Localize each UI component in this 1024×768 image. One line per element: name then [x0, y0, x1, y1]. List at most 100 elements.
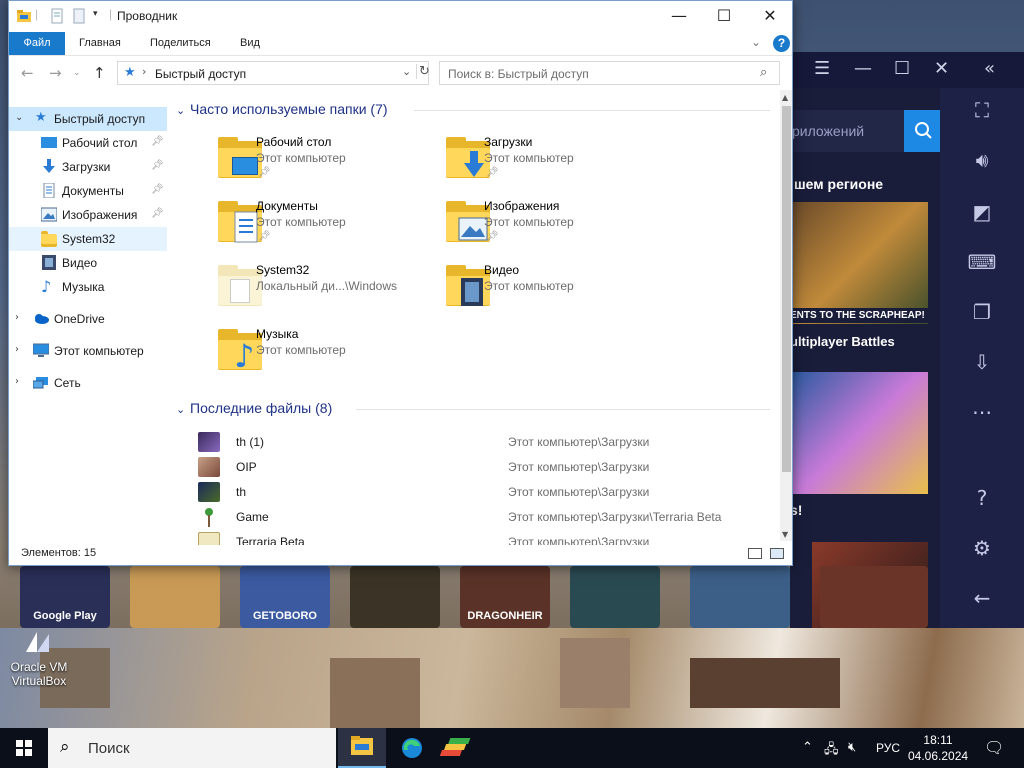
collapse-sidebar-icon[interactable]: «: [984, 58, 995, 79]
recent-file-row[interactable]: Game Этот компьютер\Загрузки\Terraria Be…: [198, 505, 778, 530]
refresh-icon[interactable]: ↻: [416, 64, 430, 79]
folder-tile-documents[interactable]: Документы Этот компьютер 📌︎: [174, 197, 394, 259]
scroll-up-icon[interactable]: ▲: [782, 93, 788, 102]
pointer-icon[interactable]: ◩: [964, 200, 1000, 230]
customize-quick-access-icon[interactable]: ▾: [93, 9, 98, 19]
taskbar-bluestacks[interactable]: [436, 728, 484, 768]
title-bar[interactable]: | ▾ | Проводник — ☐ ✕: [9, 1, 792, 32]
folder-tile-downloads[interactable]: Загрузки Этот компьютер 📌︎: [402, 133, 622, 195]
help-icon[interactable]: ?: [964, 486, 1000, 516]
expand-ribbon-icon[interactable]: ⌄: [751, 35, 761, 49]
settings-icon[interactable]: ⚙: [964, 536, 1000, 566]
virtualbox-shortcut[interactable]: Oracle VM VirtualBox: [6, 626, 72, 688]
volume-muted-icon[interactable]: 🔇︎: [848, 740, 856, 755]
scroll-down-icon[interactable]: ▼: [782, 530, 788, 539]
properties-icon[interactable]: [49, 8, 65, 24]
frequent-folders-header[interactable]: ⌄ Часто используемые папки (7): [176, 101, 388, 117]
shelf-tile-game[interactable]: [820, 566, 928, 628]
shelf-tile-google-play[interactable]: Google Play: [20, 566, 110, 628]
maximize-button[interactable]: ☐: [701, 1, 747, 32]
folder-tile-music[interactable]: ♪ Музыка Этот компьютер: [174, 325, 394, 387]
nav-item-desktop[interactable]: Рабочий стол 📌︎: [9, 131, 167, 155]
tab-view[interactable]: Вид: [236, 32, 264, 55]
scrollbar-thumb[interactable]: [782, 106, 791, 472]
nav-item-music[interactable]: ♪ Музыка: [9, 275, 167, 299]
recent-locations-icon[interactable]: ⌄: [73, 68, 81, 78]
pin-icon[interactable]: 📌︎: [151, 208, 164, 219]
back-icon[interactable]: ←: [964, 586, 1000, 616]
collapse-group-icon[interactable]: ⌄: [176, 403, 190, 416]
install-apk-icon[interactable]: ⇩: [964, 350, 1000, 380]
vertical-scrollbar[interactable]: ▲ ▼: [780, 90, 792, 541]
recent-files-header[interactable]: ⌄ Последние файлы (8): [176, 400, 332, 416]
search-input[interactable]: Поиск в: Быстрый доступ ⌕: [439, 61, 780, 85]
pin-icon[interactable]: 📌︎: [151, 136, 164, 147]
back-arrow-icon[interactable]: ←: [21, 64, 34, 82]
notifications-icon[interactable]: 🗨︎: [984, 738, 1004, 757]
shelf-tile-game[interactable]: [690, 566, 790, 628]
details-view-icon[interactable]: [748, 548, 762, 559]
large-icons-view-icon[interactable]: [770, 548, 784, 559]
breadcrumb-chevron-icon[interactable]: ›: [142, 65, 146, 78]
volume-icon[interactable]: 🔊︎: [964, 148, 1000, 178]
help-button[interactable]: ?: [773, 35, 790, 52]
tab-file[interactable]: Файл: [9, 32, 65, 55]
up-arrow-icon[interactable]: ↑: [93, 64, 106, 82]
expand-chevron-icon[interactable]: ›: [15, 376, 19, 387]
pin-icon[interactable]: 📌︎: [151, 184, 164, 195]
nav-item-this-pc[interactable]: › Этот компьютер: [9, 339, 167, 363]
nav-item-downloads[interactable]: Загрузки 📌︎: [9, 155, 167, 179]
nav-item-onedrive[interactable]: › OneDrive: [9, 307, 167, 331]
maximize-icon[interactable]: ☐: [894, 58, 910, 79]
minimize-icon[interactable]: —: [854, 58, 872, 79]
start-button[interactable]: [0, 728, 48, 768]
tab-home[interactable]: Главная: [75, 32, 125, 55]
recent-file-row[interactable]: OIP Этот компьютер\Загрузки: [198, 455, 778, 480]
folder-tile-video[interactable]: Видео Этот компьютер: [402, 261, 622, 323]
expand-chevron-icon[interactable]: ›: [15, 312, 19, 323]
folder-tile-desktop[interactable]: Рабочий стол Этот компьютер 📌︎: [174, 133, 394, 195]
tab-share[interactable]: Поделиться: [146, 32, 215, 55]
expand-chevron-icon[interactable]: ›: [15, 344, 19, 355]
new-folder-icon[interactable]: [71, 8, 87, 24]
nav-item-network[interactable]: › Сеть: [9, 371, 167, 395]
keyboard-icon[interactable]: ⌨: [964, 250, 1000, 280]
nav-item-video[interactable]: Видео: [9, 251, 167, 275]
recent-file-row[interactable]: th Этот компьютер\Загрузки: [198, 480, 778, 505]
screenshot-icon[interactable]: ❐: [964, 300, 1000, 330]
bluestacks-search-button[interactable]: [904, 110, 944, 152]
game-banner-scrapheap[interactable]: [790, 202, 928, 324]
close-icon[interactable]: ✕: [934, 58, 949, 79]
collapse-chevron-icon[interactable]: ⌄: [15, 112, 23, 123]
recent-file-row[interactable]: th (1) Этот компьютер\Загрузки: [198, 430, 778, 455]
address-dropdown-icon[interactable]: ⌄: [402, 65, 411, 78]
close-button[interactable]: ✕: [747, 1, 792, 32]
minimize-button[interactable]: —: [656, 1, 702, 32]
shelf-tile-dragonheir[interactable]: DRAGONHEIR: [460, 566, 550, 628]
more-icon[interactable]: ⋯: [964, 400, 1000, 430]
forward-arrow-icon[interactable]: →: [49, 64, 62, 82]
address-field[interactable]: ★ › Быстрый доступ ⌄ ↻: [117, 61, 430, 85]
bluestacks-search[interactable]: риложений: [790, 110, 944, 152]
taskbar-edge[interactable]: [388, 728, 436, 768]
game-banner-2[interactable]: [790, 372, 928, 494]
nav-quick-access[interactable]: ⌄ ★ Быстрый доступ: [9, 107, 167, 131]
taskbar-explorer[interactable]: [338, 728, 386, 768]
language-indicator[interactable]: РУС: [876, 741, 900, 755]
menu-icon[interactable]: ☰: [814, 58, 830, 79]
collapse-group-icon[interactable]: ⌄: [176, 104, 190, 117]
nav-item-documents[interactable]: Документы 📌︎: [9, 179, 167, 203]
folder-tile-pictures[interactable]: Изображения Этот компьютер 📌︎: [402, 197, 622, 259]
shelf-tile-getoboro[interactable]: GETOBORO: [240, 566, 330, 628]
fullscreen-icon[interactable]: ⛶: [964, 98, 1000, 128]
nav-item-pictures[interactable]: Изображения 📌︎: [9, 203, 167, 227]
shelf-tile-game[interactable]: [130, 566, 220, 628]
nav-item-system32[interactable]: System32: [9, 227, 167, 251]
shelf-tile-game[interactable]: [350, 566, 440, 628]
folder-tile-system32[interactable]: System32 Локальный ди...\Windows: [174, 261, 397, 323]
clock[interactable]: 18:11 04.06.2024: [908, 732, 968, 764]
shelf-tile-game[interactable]: [570, 566, 660, 628]
taskbar-search[interactable]: ⌕ Поиск: [48, 728, 336, 768]
show-hidden-icons-icon[interactable]: ⌃: [802, 740, 813, 755]
pin-icon[interactable]: 📌︎: [151, 160, 164, 171]
